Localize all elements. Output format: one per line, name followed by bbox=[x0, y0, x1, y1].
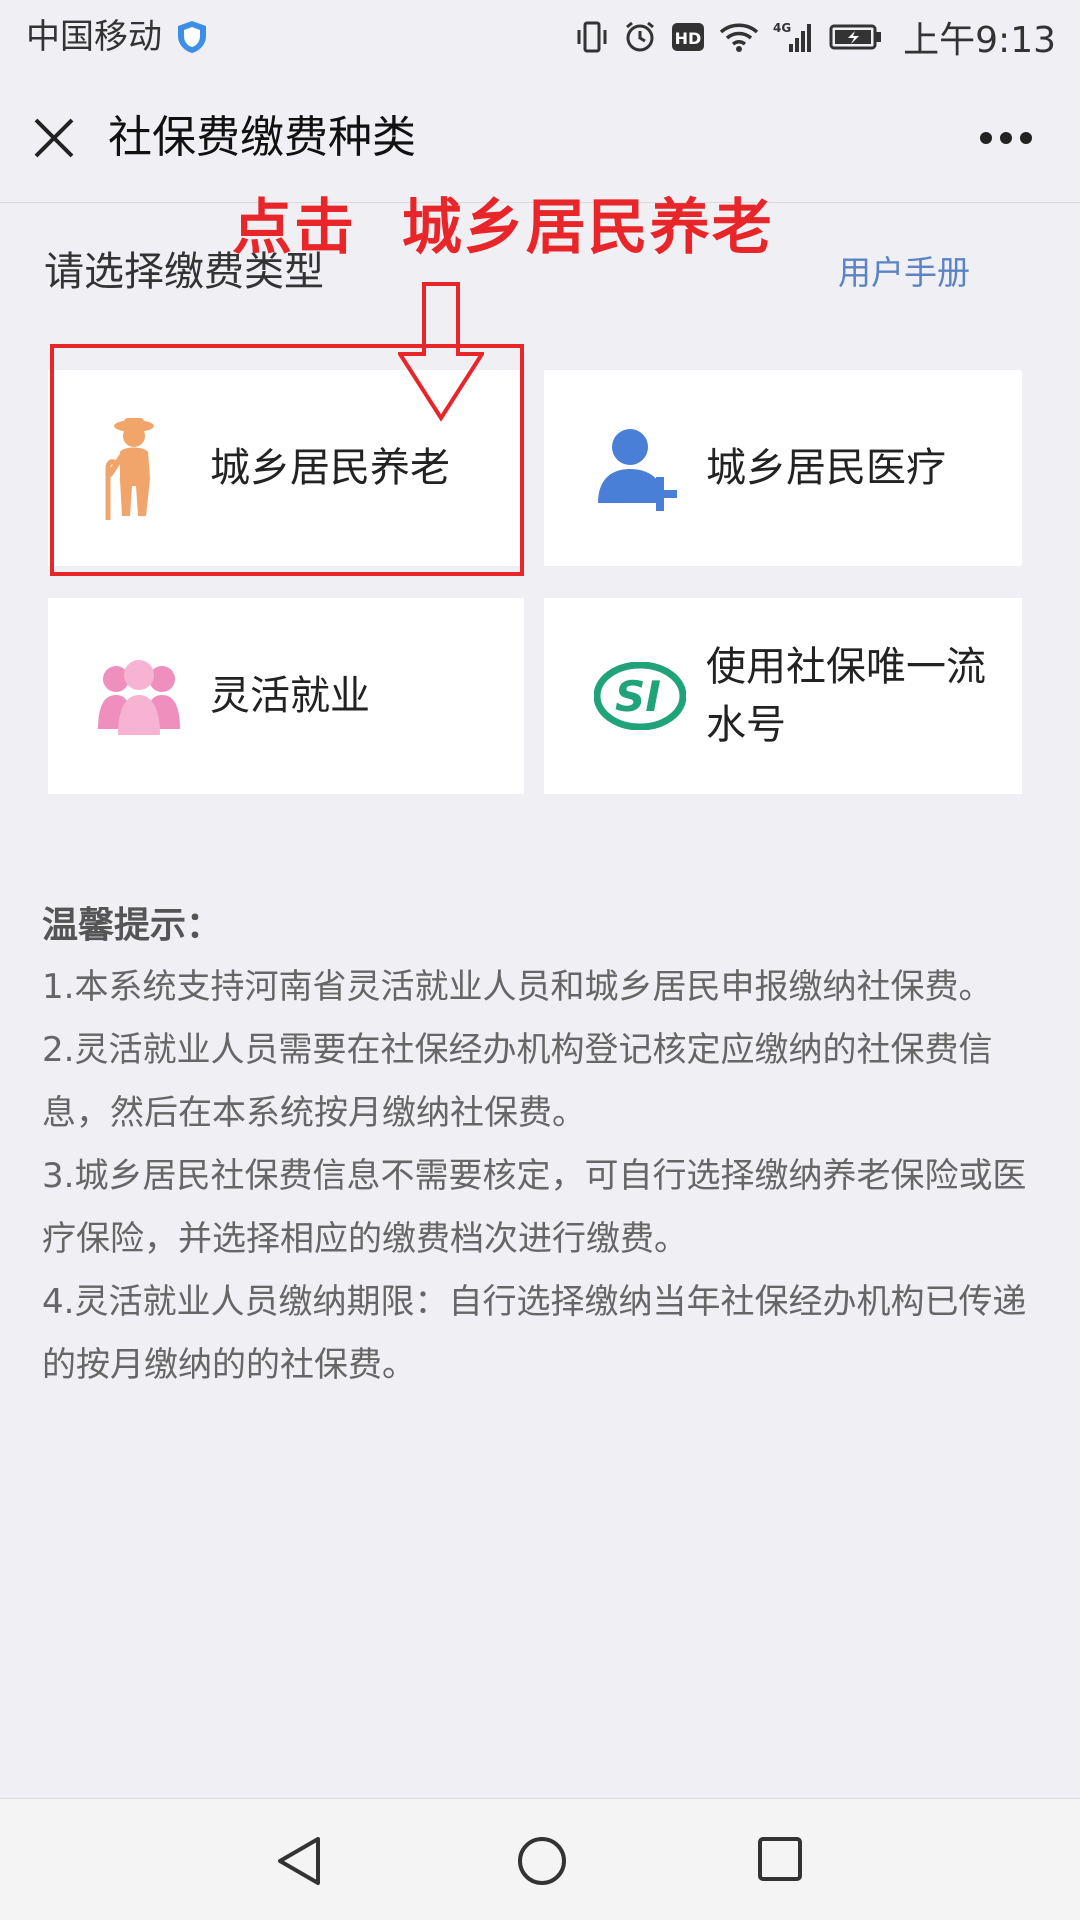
card-label: 灵活就业 bbox=[210, 673, 370, 719]
svg-text:SI: SI bbox=[615, 672, 661, 721]
people-group-icon bbox=[98, 660, 180, 735]
hd-icon: HD bbox=[672, 23, 705, 51]
carrier-name: 中国移动 bbox=[26, 17, 162, 57]
vibrate-icon bbox=[577, 21, 607, 53]
user-manual-link[interactable]: 用户手册 bbox=[838, 248, 970, 298]
card-resident-medical[interactable]: 城乡居民医疗 bbox=[544, 370, 1022, 566]
close-icon[interactable] bbox=[30, 114, 78, 162]
signal-icon: 4G bbox=[773, 21, 812, 52]
card-unique-serial-number[interactable]: SI 使用社保唯一流水号 bbox=[544, 598, 1022, 794]
tips-section: 温馨提示： 1.本系统支持河南省灵活就业人员和城乡居民申报缴纳社保费。 2.灵活… bbox=[42, 898, 1042, 1397]
battery-icon bbox=[829, 24, 882, 50]
annotation-text: 点击 城乡居民养老 bbox=[232, 193, 774, 263]
clock: 上午9:13 bbox=[903, 20, 1056, 61]
card-label: 城乡居民医疗 bbox=[706, 445, 946, 491]
status-icons: HD 4G 上午9:13 bbox=[575, 12, 1056, 62]
page-title: 社保费缴费种类 bbox=[108, 112, 416, 163]
user-add-icon bbox=[598, 429, 677, 511]
network-type: 4G bbox=[773, 21, 791, 35]
status-bar: 中国移动 HD 4G 上午9:13 bbox=[0, 0, 1080, 74]
system-nav-bar bbox=[0, 1798, 1080, 1920]
back-icon[interactable] bbox=[274, 1835, 324, 1887]
shield-icon bbox=[178, 21, 206, 53]
card-flexible-employment[interactable]: 灵活就业 bbox=[48, 598, 524, 794]
tip-item: 2.灵活就业人员需要在社保经办机构登记核定应缴纳的社保费信息，然后在本系统按月缴… bbox=[42, 1030, 993, 1133]
home-icon[interactable] bbox=[516, 1835, 568, 1887]
si-logo-icon: SI bbox=[594, 662, 686, 730]
tip-item: 4.灵活就业人员缴纳期限：自行选择缴纳当年社保经办机构已传递的按月缴纳的的社保费… bbox=[42, 1282, 1027, 1385]
alarm-icon bbox=[626, 21, 655, 52]
card-label: 使用社保唯一流水号 bbox=[706, 644, 986, 748]
wifi-icon bbox=[719, 23, 759, 52]
recent-apps-icon[interactable] bbox=[756, 1835, 804, 1883]
more-icon[interactable] bbox=[978, 130, 1034, 146]
tip-item: 1.本系统支持河南省灵活就业人员和城乡居民申报缴纳社保费。 bbox=[42, 967, 993, 1007]
svg-text:HD: HD bbox=[675, 29, 702, 48]
screen: 中国移动 HD 4G 上午9:13 社保费缴费种类 请选择缴费类型 用户手册 城… bbox=[0, 0, 1080, 1920]
nav-bar: 社保费缴费种类 bbox=[0, 74, 1080, 203]
tip-item: 3.城乡居民社保费信息不需要核定，可自行选择缴纳养老保险或医疗保险，并选择相应的… bbox=[42, 1156, 1027, 1259]
tips-title: 温馨提示： bbox=[42, 905, 223, 946]
annotation-arrow-icon bbox=[398, 282, 484, 422]
